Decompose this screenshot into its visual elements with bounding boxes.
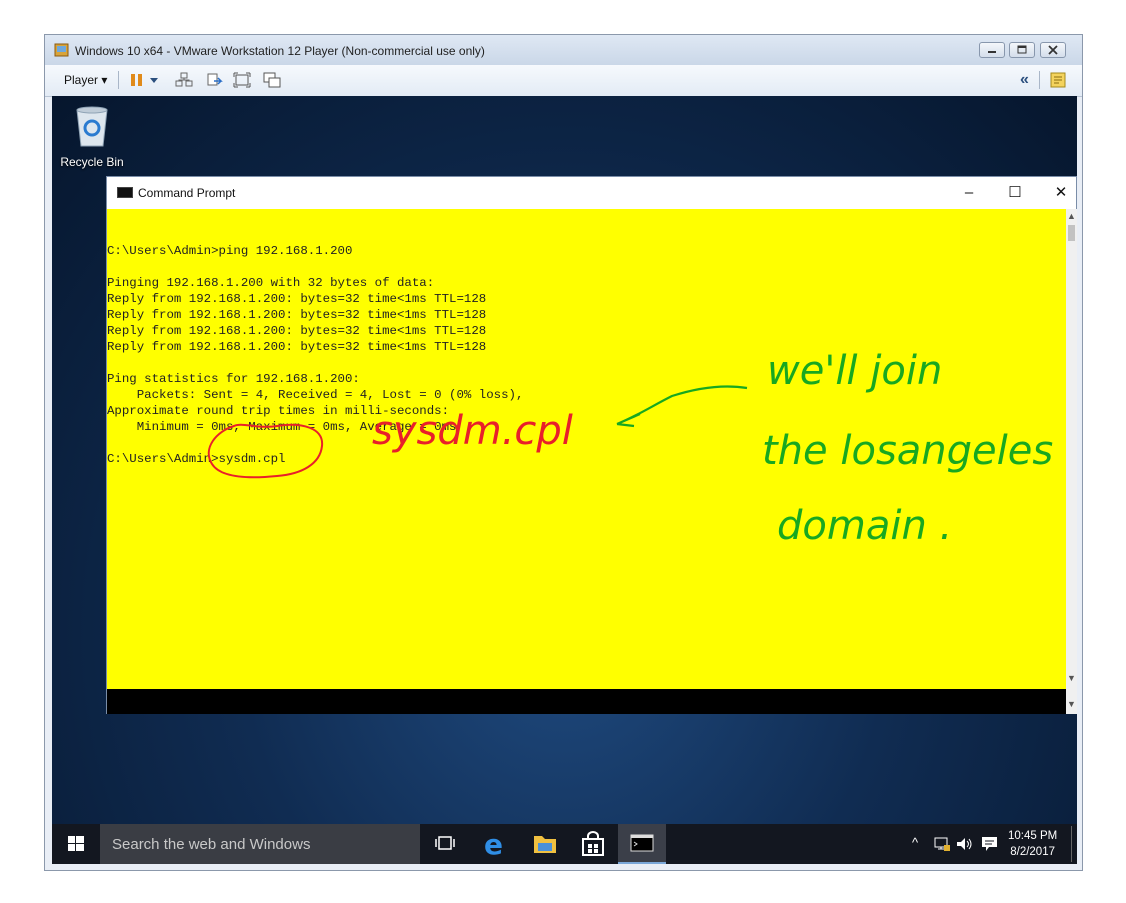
minimize-icon [988,51,996,53]
task-view-icon [435,836,455,850]
scroll-down-icon[interactable]: ▼ [1067,673,1076,683]
player-menu[interactable]: Player ▾ [64,73,107,87]
vm-restore-button[interactable] [1009,42,1035,58]
console-line: C:\Users\Admin>ping 192.168.1.200 [107,244,353,258]
cmd-window-title: Command Prompt [138,186,236,200]
cmd-taskbar-button[interactable] [618,824,666,864]
console-text: C:\Users\Admin>ping 192.168.1.200 Pingin… [107,209,1066,467]
vmware-app-icon [54,43,69,57]
console-line: Ping statistics for 192.168.1.200: [107,372,360,386]
cmd-maximize-button[interactable]: ☐ [1004,183,1026,203]
windows-taskbar: Search the web and Windows e ^ 10:45 PM … [52,824,1077,864]
edge-browser-button[interactable]: e [472,824,518,864]
store-button[interactable] [570,824,616,864]
console-line: Reply from 192.168.1.200: bytes=32 time<… [107,308,487,322]
cmd-close-button[interactable]: ✕ [1050,183,1072,203]
vm-close-button[interactable] [1040,42,1066,58]
recycle-bin-label: Recycle Bin [60,155,124,169]
cmd-app-icon [117,187,133,198]
console-line: Reply from 192.168.1.200: bytes=32 time<… [107,340,487,354]
message-log-icon[interactable] [1049,72,1067,88]
network-icon[interactable] [932,835,952,853]
task-view-button[interactable] [422,824,468,864]
cmd-taskbar-icon [630,834,654,852]
pause-icon[interactable] [128,72,146,88]
show-hidden-icons-chevron[interactable]: ^ [912,835,918,850]
recycle-bin-icon [76,106,108,147]
console-line: Approximate round trip times in milli-se… [107,404,450,418]
scroll-down-icon[interactable]: ▼ [1067,699,1076,709]
taskbar-clock[interactable]: 10:45 PM 8/2/2017 [1008,828,1057,860]
scrollbar-thumb[interactable] [1068,225,1075,241]
console-output[interactable]: C:\Users\Admin>ping 192.168.1.200 Pingin… [107,209,1066,689]
start-button[interactable] [52,824,100,864]
clock-time: 10:45 PM [1008,830,1058,842]
vmware-toolbar: Player ▾ « [45,65,1082,97]
network-devices-icon[interactable] [175,72,193,88]
volume-icon[interactable] [955,835,975,853]
taskbar-search-box[interactable]: Search the web and Windows [100,824,420,864]
command-prompt-window: Command Prompt – ☐ ✕ C:\Users\Admin>ping… [106,176,1077,714]
console-line: C:\Users\Admin>sysdm.cpl [107,452,286,466]
edge-browser-icon: e [484,828,503,861]
vm-minimize-button[interactable] [979,42,1005,58]
cmd-minimize-button[interactable]: – [958,183,980,203]
search-placeholder: Search the web and Windows [112,836,311,853]
fullscreen-icon[interactable] [233,72,251,88]
unity-mode-icon[interactable] [263,72,281,88]
vmware-player-window: Windows 10 x64 - VMware Workstation 12 P… [44,34,1083,871]
svg-text:e: e [484,828,503,861]
send-ctrl-alt-del-icon[interactable] [206,72,224,88]
windows-logo-icon [68,836,84,851]
guest-desktop[interactable]: Recycle Bin Command Prompt – ☐ ✕ C:\User… [52,96,1077,864]
clock-date: 8/2/2017 [1010,846,1055,858]
file-explorer-button[interactable] [522,824,568,864]
console-line: Packets: Sent = 4, Received = 4, Lost = … [107,388,524,402]
file-explorer-icon [534,836,556,853]
close-icon [1048,45,1058,55]
recycle-bin-shortcut[interactable]: Recycle Bin [60,104,124,169]
action-center-icon[interactable] [980,835,1000,853]
console-line: Reply from 192.168.1.200: bytes=32 time<… [107,324,487,338]
collapse-toolbar-icon[interactable]: « [1020,71,1029,89]
toolbar-divider [1039,71,1040,89]
console-line: Pinging 192.168.1.200 with 32 bytes of d… [107,276,435,290]
vmware-window-title: Windows 10 x64 - VMware Workstation 12 P… [75,44,485,58]
console-line: Minimum = 0ms, Maximum = 0ms, Average = … [107,420,457,434]
pause-dropdown-chevron-icon[interactable] [148,72,160,88]
show-desktop-button[interactable] [1071,826,1072,862]
restore-icon [1017,45,1027,54]
console-bottom-bar [107,689,1066,714]
vmware-titlebar[interactable]: Windows 10 x64 - VMware Workstation 12 P… [45,35,1082,65]
console-vertical-scrollbar[interactable]: ▲ ▼ ▼ [1066,209,1077,714]
cmd-titlebar[interactable]: Command Prompt – ☐ ✕ [107,177,1076,209]
store-bag-icon [582,831,604,856]
console-line: Reply from 192.168.1.200: bytes=32 time<… [107,292,487,306]
toolbar-divider [118,71,119,89]
scroll-up-icon[interactable]: ▲ [1067,211,1076,221]
